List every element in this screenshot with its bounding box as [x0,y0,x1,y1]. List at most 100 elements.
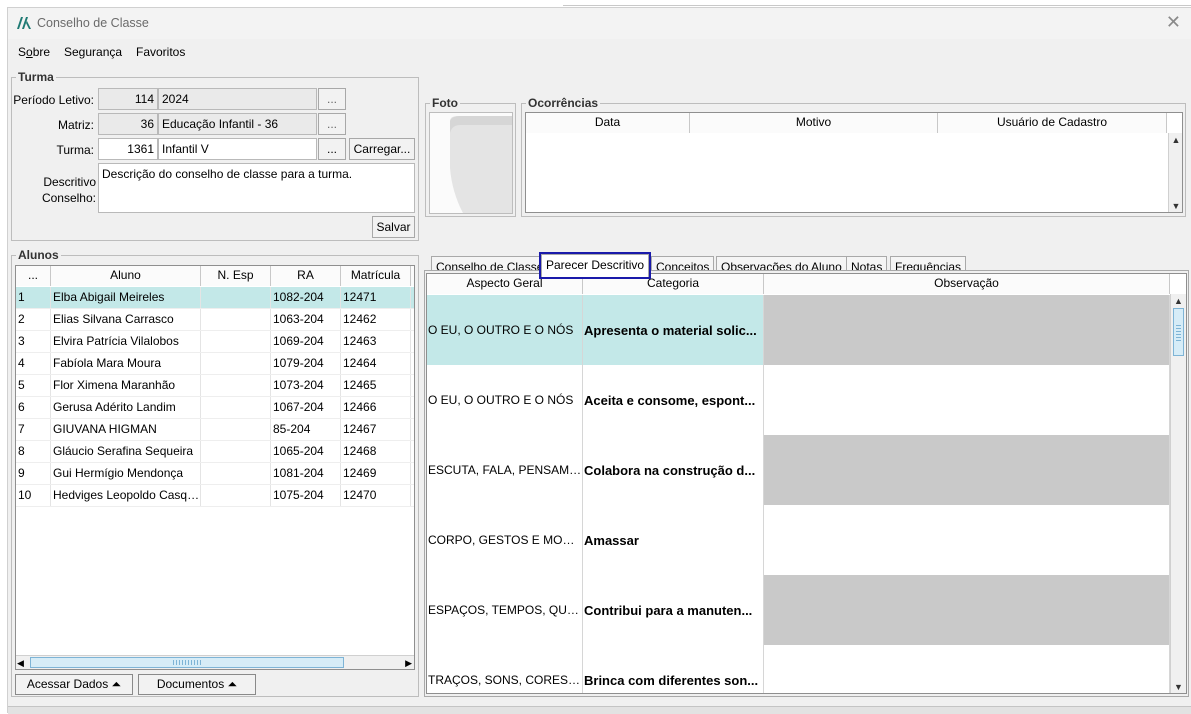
col-aluno[interactable]: Aluno [51,266,201,286]
table-row[interactable]: TRAÇOS, SONS, CORES E F... Brinca com dif… [427,645,1170,693]
col-observacao[interactable]: Observação [764,274,1170,294]
parecer-scrollbar[interactable]: ▲ ▼ [1170,294,1186,693]
cell-categoria: Contribui para a manuten... [583,575,764,645]
tab-parecer-descritivo[interactable]: Parecer Descritivo [538,252,652,279]
ocorrencias-scrollbar[interactable]: ▲ ▼ [1168,133,1182,212]
cell-n: 1 [16,287,51,308]
matriz-value-field[interactable]: Educação Infantil - 36 [158,113,317,135]
table-row[interactable]: ESCUTA, FALA, PENSAMEN... Colabora na con… [427,435,1170,505]
menu-seguranca[interactable]: Segurança [64,45,122,59]
cell-observacao[interactable] [764,295,1170,365]
table-row[interactable]: 2 Elias Silvana Carrasco 1063-204 12462 [16,309,414,331]
col-index[interactable]: ... [16,266,51,286]
table-row[interactable]: CORPO, GESTOS E MOVIM... Amassar [427,505,1170,575]
periodo-value-field[interactable]: 2024 [158,88,317,110]
col-usuario-cadastro[interactable]: Usuário de Cadastro [938,113,1167,133]
categoria-text: Apresenta o material solic... [584,322,757,338]
turma-browse-button[interactable]: ... [318,138,346,160]
cell-categoria: Aceita e consome, espont... [583,365,764,435]
cell-extra [411,419,414,440]
parecer-header: Aspecto Geral Categoria Observação [427,274,1170,294]
cell-esp [201,441,271,462]
turma-legend: Turma [18,70,54,84]
aspecto-text: TRAÇOS, SONS, CORES E F... [428,673,582,687]
documentos-button[interactable]: Documentos ⏶ [138,674,256,695]
scroll-right-icon[interactable]: ▶ [405,658,412,669]
aspecto-text: ESCUTA, FALA, PENSAMEN... [428,463,582,477]
acessar-dados-button[interactable]: Acessar Dados ⏶ [15,674,133,695]
turma-label: Turma: [56,143,94,157]
cell-observacao[interactable] [764,435,1170,505]
turma-value-field[interactable]: Infantil V [158,138,317,160]
cell-n: 8 [16,441,51,462]
cell-extra [411,441,414,462]
table-row[interactable]: 1 Elba Abigail Meireles 1082-204 12471 [16,287,414,309]
scroll-left-icon[interactable]: ◀ [17,658,24,669]
title-bar: Conselho de Classe ✕ [8,8,1191,39]
menu-favoritos[interactable]: Favoritos [136,45,185,59]
scroll-up-icon[interactable]: ▲ [1169,135,1182,145]
col-motivo[interactable]: Motivo [690,113,938,133]
vscroll-thumb[interactable] [1173,308,1184,356]
cell-mat: 12471 [341,287,411,308]
cell-ra: 1067-204 [271,397,341,418]
periodo-code-field[interactable]: 114 [98,88,158,110]
col-categoria[interactable]: Categoria [583,274,764,294]
scroll-up-icon[interactable]: ▲ [1171,296,1186,306]
cell-ra: 1073-204 [271,375,341,396]
periodo-label: Período Letivo: [13,93,94,107]
cell-observacao[interactable] [764,365,1170,435]
student-photo [429,112,513,214]
col-ra[interactable]: RA [271,266,341,286]
descritivo-textarea[interactable]: Descrição do conselho de classe para a t… [98,163,415,213]
hscroll-thumb[interactable] [30,657,344,668]
col-aspecto-geral[interactable]: Aspecto Geral [427,274,583,294]
cell-nome: Elba Abigail Meireles [51,287,201,308]
menu-sobre[interactable]: Sobre [18,45,50,59]
cell-n: 5 [16,375,51,396]
alunos-table: ... Aluno N. Esp RA Matrícula 1 Elba Abig… [15,265,415,670]
cell-n: 2 [16,309,51,330]
descritivo-label-line2: Conselho: [41,191,96,205]
table-row[interactable]: 7 GIUVANA HIGMAN 85-204 12467 [16,419,414,441]
turma-code-field[interactable]: 1361 [98,138,158,160]
cell-ra: 1081-204 [271,463,341,484]
scroll-down-icon[interactable]: ▼ [1169,201,1182,211]
matriz-label: Matriz: [58,118,94,132]
cell-nome: Gláucio Serafina Sequeira [51,441,201,462]
salvar-button[interactable]: Salvar [372,216,415,238]
carregar-button[interactable]: Carregar... [349,138,415,160]
scroll-down-icon[interactable]: ▼ [1171,682,1186,692]
table-row[interactable]: O EU, O OUTRO E O NÓS Aceita e consome, e… [427,365,1170,435]
table-row[interactable]: 8 Gláucio Serafina Sequeira 1065-204 12468 [16,441,414,463]
cell-observacao[interactable] [764,505,1170,575]
col-data[interactable]: Data [526,113,690,133]
table-row[interactable]: 6 Gerusa Adérito Landim 1067-204 12466 [16,397,414,419]
cell-observacao[interactable] [764,575,1170,645]
cell-nome: GIUVANA HIGMAN [51,419,201,440]
table-row[interactable]: 10 Hedviges Leopoldo Casqu... 1075-204 1247… [16,485,414,507]
close-icon[interactable]: ✕ [1166,13,1181,31]
categoria-text: Amassar [584,532,639,548]
cell-observacao[interactable] [764,645,1170,693]
cell-n: 9 [16,463,51,484]
cell-mat: 12462 [341,309,411,330]
menu-bar: Sobre Segurança Favoritos [8,42,1191,64]
table-row[interactable]: O EU, O OUTRO E O NÓS Apresenta o materia… [427,295,1170,365]
col-n-esp[interactable]: N. Esp [201,266,271,286]
table-row[interactable]: 4 Fabíola Mara Moura 1079-204 12464 [16,353,414,375]
cell-extra [411,397,414,418]
table-row[interactable]: 5 Flor Ximena Maranhão 1073-204 12465 [16,375,414,397]
periodo-browse-button[interactable]: ... [318,88,346,110]
cell-extra [411,309,414,330]
table-row[interactable]: 9 Gui Hermígio Mendonça 1081-204 12469 [16,463,414,485]
cell-mat: 12463 [341,331,411,352]
matriz-browse-button[interactable]: ... [318,113,346,135]
col-matricula[interactable]: Matrícula [341,266,411,286]
table-row[interactable]: 3 Elvira Patrícia Vilalobos 1069-204 12463 [16,331,414,353]
matriz-code-field[interactable]: 36 [98,113,158,135]
table-row[interactable]: ESPAÇOS, TEMPOS, QUAN... Contribui para a… [427,575,1170,645]
cell-extra [411,331,414,352]
alunos-hscrollbar[interactable]: ◀ ▶ [16,655,414,669]
cell-n: 6 [16,397,51,418]
